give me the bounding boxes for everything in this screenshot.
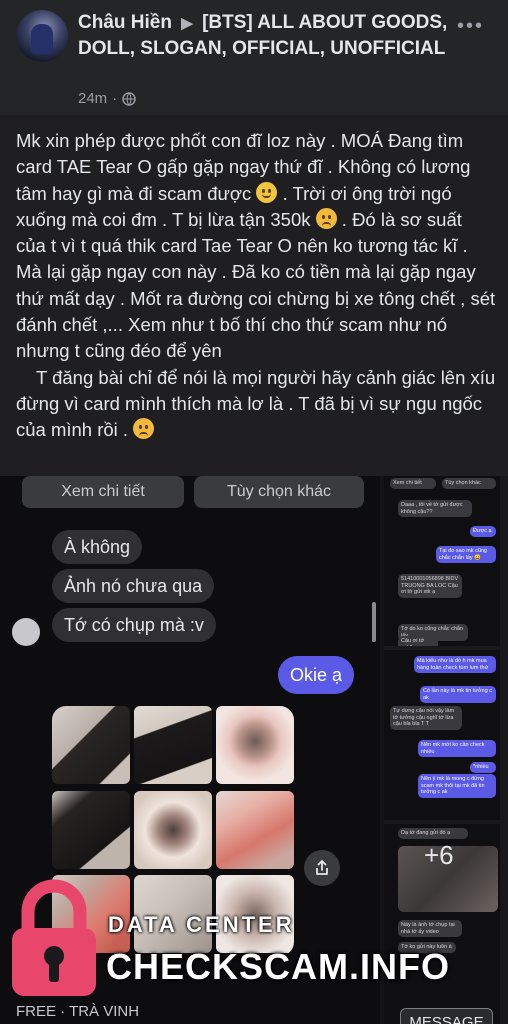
mini-chat-bubble: Dạ tớ đang gửi đó ạ — [398, 828, 468, 839]
post-paragraph-1: Mk xin phép được phốt con đĩ loz này . M… — [16, 128, 496, 365]
photo-thumbnail — [134, 790, 212, 869]
mini-chat-bubble: Có lần này là mk tin tưởng c ak — [420, 686, 496, 703]
mini-chat-bubble: Này là ảnh tớ chụp tại nhà tớ ấy video — [398, 920, 462, 937]
mini-chat-bubble: Tại do sao mk cũng chắc chắn lấy 😀 — [436, 546, 496, 563]
post-time[interactable]: 24m — [78, 90, 107, 107]
more-photos-count: +6 — [424, 840, 454, 870]
mini-chat-bubble: Nên ý mk là mong c đừng scam mk thôi tại… — [418, 774, 496, 798]
meta-separator: · — [112, 90, 118, 107]
chat-bubble-received: À không — [52, 530, 143, 564]
post-meta: 24m · — [78, 90, 136, 107]
photo-thumbnail — [134, 706, 212, 784]
chat-screenshot-1: Xem chi tiết Tùy chọn khác Daaa , tôi về… — [384, 476, 500, 646]
scrollbar-thumb — [372, 602, 376, 642]
chat-screenshot-3: Dạ tớ đang gửi đó ạ +6 Này là ảnh tớ chụ… — [384, 824, 500, 1024]
caret-right-icon: ▶ — [181, 15, 193, 32]
sender-avatar — [12, 618, 40, 646]
photo-thumbnail — [52, 706, 130, 784]
post-paragraph-2: T đăng bài chỉ để nói là mọi người hãy c… — [16, 365, 496, 444]
chat-bubble-received: Ảnh nó chưa qua — [52, 569, 215, 603]
chat-bubble-sent: Okie ạ — [277, 656, 354, 694]
watermark-title: CHECKSCAM.INFO — [106, 946, 450, 987]
photo-thumbnail — [216, 790, 294, 869]
mini-button: Tùy chọn khác — [442, 478, 496, 489]
mini-chat-bubble: Tự dưng cậu nói vậy làm tớ tưởng cậu ngh… — [390, 706, 462, 730]
chat-screenshot-2: Mà kiểu như là đồ h mk mua hàng toàn che… — [384, 650, 500, 820]
more-options-icon[interactable]: ••• — [457, 15, 484, 38]
post-body: Mk xin phép được phốt con đĩ loz này . M… — [16, 128, 496, 444]
sad-emoji-icon — [315, 207, 337, 229]
smile-emoji-icon — [256, 181, 278, 203]
message-button[interactable]: MESSAGE — [400, 1008, 493, 1024]
mini-chat-bubble: Được ạ — [470, 526, 496, 537]
mini-chat-bubble: 51410001056898 BIDV TRUONG BA LOC Cậu ơi… — [398, 574, 462, 598]
watermark-subtitle: DATA CENTER — [108, 912, 295, 937]
mini-chat-bubble: Daaa , tôi về tớ gửi được không cậu?? — [398, 500, 472, 517]
listing-info: FREE · TRÀ VINH — [16, 1003, 140, 1020]
photo-thumbnail — [216, 706, 294, 784]
post-text-4: T đăng bài chỉ để nói là mọi người hãy c… — [16, 366, 496, 441]
post-text-3: . Đó là sơ suất của t vì t quá thik card… — [16, 208, 496, 362]
sad-emoji-icon — [133, 418, 155, 440]
lock-icon — [12, 879, 96, 996]
post-title: Châu Hiền ▶ [BTS] ALL ABOUT GOODS, DOLL,… — [78, 10, 448, 61]
share-button — [304, 850, 340, 886]
more-options-button: Tùy chọn khác — [194, 476, 364, 508]
mini-button: Xem chi tiết — [390, 478, 436, 489]
chat-screenshot-column[interactable]: Xem chi tiết Tùy chọn khác Daaa , tôi về… — [384, 476, 508, 1024]
mini-chat-bubble: Nên mk mới ko cần check nhiều — [418, 740, 496, 757]
mini-chat-bubble: *nhiều — [470, 762, 496, 773]
mini-chat-bubble: Mà kiểu như là đồ h mk mua hàng toàn che… — [414, 656, 496, 673]
photo-thumbnail — [52, 790, 130, 869]
chat-bubble-received: Tớ có chụp mà :v — [52, 608, 216, 642]
author-name[interactable]: Châu Hiền — [78, 12, 172, 33]
author-avatar[interactable] — [16, 10, 68, 62]
globe-icon — [122, 91, 136, 106]
share-icon — [316, 859, 328, 875]
post-header: Châu Hiền ▶ [BTS] ALL ABOUT GOODS, DOLL,… — [0, 0, 508, 115]
view-details-button: Xem chi tiết — [22, 476, 184, 508]
mini-chat-bubble: Cậu ơi tớ nghĩ — [398, 636, 438, 646]
